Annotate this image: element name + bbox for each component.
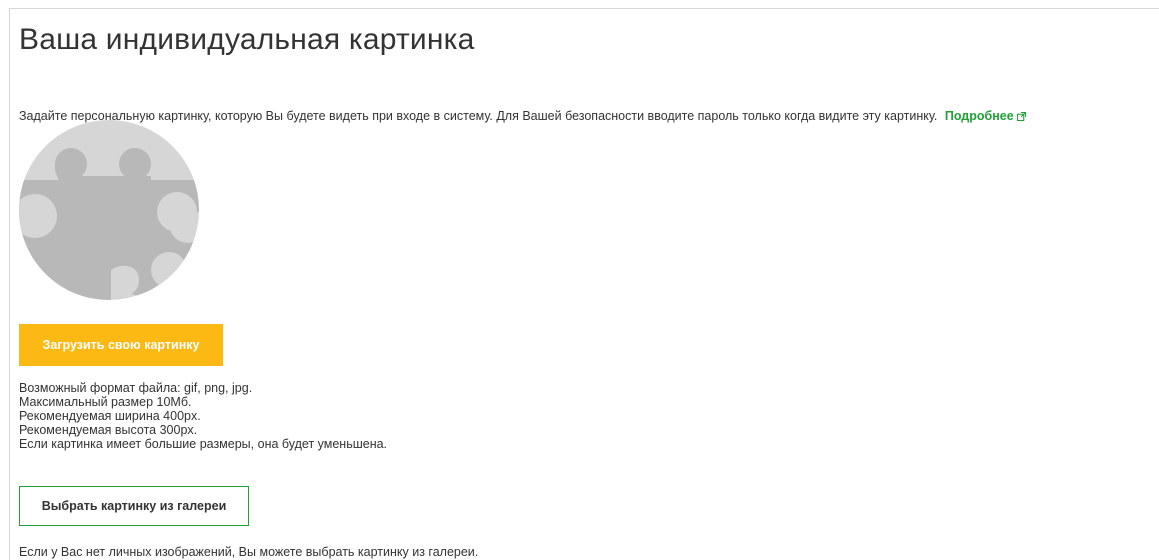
personal-image-panel: Ваша индивидуальная картинка Задайте пер… xyxy=(9,8,1159,560)
intro-text: Задайте персональную картинку, которую В… xyxy=(19,109,938,123)
hint-width: Рекомендуемая ширина 400px. xyxy=(19,409,201,423)
choose-from-gallery-button[interactable]: Выбрать картинку из галереи xyxy=(19,486,249,526)
gallery-note: Если у Вас нет личных изображений, Вы мо… xyxy=(19,545,479,559)
hint-height: Рекомендуемая высота 300px. xyxy=(19,423,198,437)
upload-hints: Возможный формат файла: gif, png, jpg. М… xyxy=(19,381,387,451)
puzzle-placeholder-icon xyxy=(19,120,199,300)
more-info-link-label: Подробнее xyxy=(944,109,1014,123)
more-info-link[interactable]: Подробнее xyxy=(945,109,1026,123)
avatar-placeholder xyxy=(19,120,199,300)
upload-image-button[interactable]: Загрузить свою картинку xyxy=(19,324,223,366)
hint-resize: Если картинка имеет большие размеры, она… xyxy=(19,437,388,451)
hint-format: Возможный формат файла: gif, png, jpg. xyxy=(19,381,253,395)
hint-max-size: Максимальный размер 10Мб. xyxy=(19,395,192,409)
external-link-icon xyxy=(1016,112,1026,121)
intro-paragraph: Задайте персональную картинку, которую В… xyxy=(19,109,1026,123)
page-title: Ваша индивидуальная картинка xyxy=(19,23,475,56)
